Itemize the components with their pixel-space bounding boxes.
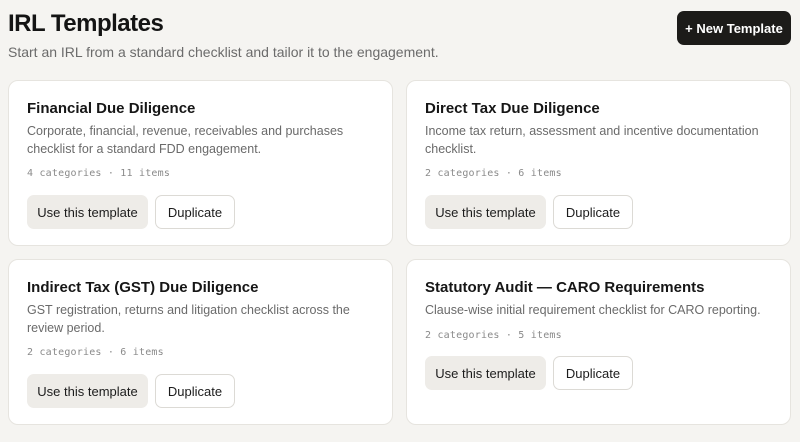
page-subtitle: Start an IRL from a standard checklist a… <box>8 44 439 60</box>
template-card-direct-tax-dd: Direct Tax Due Diligence Income tax retu… <box>406 80 791 246</box>
template-description: Income tax return, assessment and incent… <box>425 124 759 156</box>
use-template-button[interactable]: Use this template <box>425 195 546 229</box>
template-meta: 2 categories · 6 items <box>27 347 164 358</box>
template-description: Clause-wise initial requirement checklis… <box>425 303 761 317</box>
template-title: Direct Tax Due Diligence <box>425 100 600 117</box>
page-title: IRL Templates <box>8 10 164 37</box>
template-description: Corporate, financial, revenue, receivabl… <box>27 124 344 156</box>
duplicate-button[interactable]: Duplicate <box>553 356 633 390</box>
use-template-button[interactable]: Use this template <box>27 374 148 408</box>
template-description: GST registration, returns and litigation… <box>27 303 350 335</box>
template-card-financial-dd: Financial Due Diligence Corporate, finan… <box>8 80 393 246</box>
template-card-caro-audit: Statutory Audit — CARO Requirements Clau… <box>406 259 791 425</box>
irl-templates-page: IRL Templates Start an IRL from a standa… <box>0 0 800 442</box>
template-meta: 2 categories · 6 items <box>425 168 562 179</box>
template-title: Financial Due Diligence <box>27 100 196 117</box>
use-template-button[interactable]: Use this template <box>27 195 148 229</box>
template-title: Indirect Tax (GST) Due Diligence <box>27 279 259 296</box>
duplicate-button[interactable]: Duplicate <box>553 195 633 229</box>
duplicate-button[interactable]: Duplicate <box>155 374 235 408</box>
use-template-button[interactable]: Use this template <box>425 356 546 390</box>
duplicate-button[interactable]: Duplicate <box>155 195 235 229</box>
template-meta: 2 categories · 5 items <box>425 330 562 341</box>
template-meta: 4 categories · 11 items <box>27 168 171 179</box>
template-card-gst-dd: Indirect Tax (GST) Due Diligence GST reg… <box>8 259 393 425</box>
new-template-button[interactable]: + New Template <box>677 11 791 45</box>
template-title: Statutory Audit — CARO Requirements <box>425 279 705 296</box>
